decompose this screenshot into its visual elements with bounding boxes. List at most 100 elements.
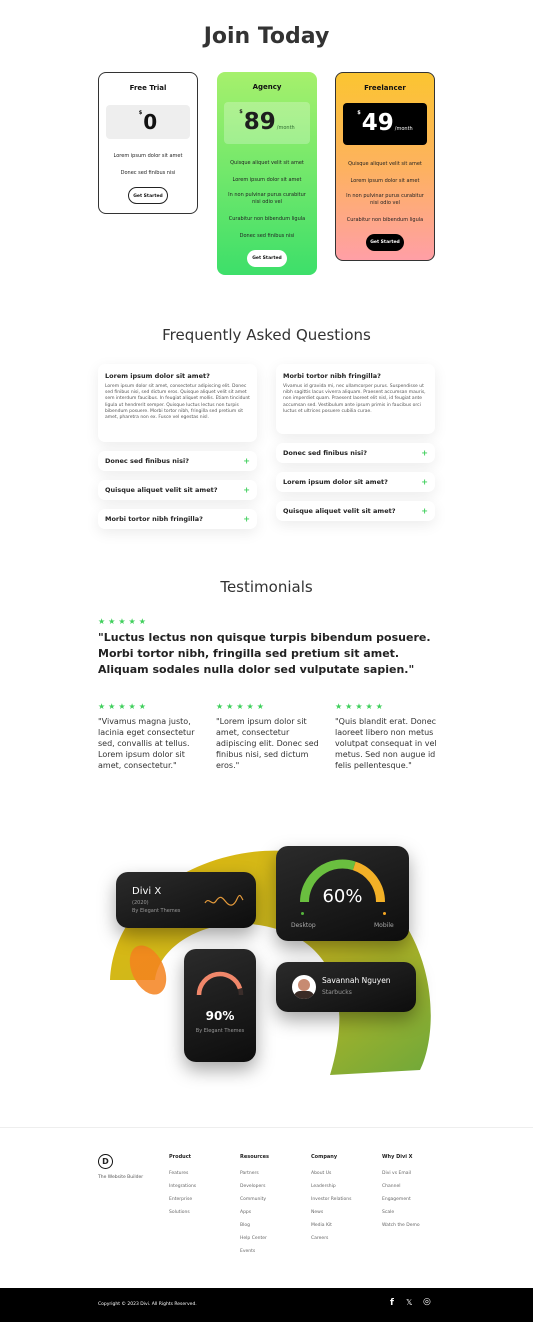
user-card: Savannah Nguyen Starbucks	[276, 962, 416, 1012]
plus-icon: +	[243, 514, 250, 524]
footer-link[interactable]: Careers	[311, 1236, 328, 1241]
plus-icon: +	[243, 485, 250, 495]
faq-item-open[interactable]: Morbi tortor nibh fringilla? Vivamus id …	[276, 364, 435, 434]
plan-name: Free Trial	[129, 84, 167, 92]
plan-feature: Quisque aliquet velit sit amet	[230, 160, 304, 166]
plan-name: Freelancer	[364, 84, 406, 92]
faq-question: Morbi tortor nibh fringilla?	[283, 372, 381, 380]
plan-feature: Donec sed finibus nisi	[239, 233, 295, 239]
footer-link[interactable]: Apps	[240, 1210, 251, 1215]
user-name: Savannah Nguyen	[322, 976, 391, 985]
plus-icon: +	[421, 506, 428, 516]
facebook-icon[interactable]: f	[390, 1298, 394, 1308]
twitter-icon[interactable]: 𝕏	[406, 1298, 412, 1307]
plan-price: $0	[138, 110, 158, 134]
plus-icon: +	[243, 456, 250, 466]
price-box: $89/month	[224, 102, 310, 144]
divi-x-year: (2020)	[132, 900, 149, 906]
plan-price: $49/month	[357, 110, 413, 136]
footer-link[interactable]: Watch the Demo	[382, 1223, 420, 1228]
footer-col-title: Company	[311, 1154, 338, 1160]
plan-feature: Curabitur non bibendum ligula	[228, 216, 306, 222]
footer-link[interactable]: Partners	[240, 1171, 259, 1176]
plan-feature: Donec sed finibus nisi	[120, 170, 176, 176]
faq-item[interactable]: Donec sed finibus nisi? +	[276, 443, 435, 463]
ring-value: 90%	[205, 1009, 235, 1023]
plan-feature: In non pulvinar purus curabitur nisi odi…	[346, 193, 424, 206]
ring-author: By Elegant Themes	[195, 1028, 245, 1034]
faq-answer: Lorem ipsum dolor sit amet, consectetur …	[105, 384, 250, 421]
divi-logo-icon[interactable]: D	[98, 1154, 113, 1169]
divi-x-title: Divi X	[132, 886, 162, 897]
avatar	[292, 975, 316, 999]
footer-link[interactable]: Media Kit	[311, 1223, 332, 1228]
star-rating: ★★★★★	[98, 617, 149, 626]
gauge-value: 60%	[322, 886, 363, 907]
faq-question: Quisque aliquet velit sit amet?	[105, 486, 218, 494]
gauge-label-mobile: Mobile	[374, 922, 394, 929]
ring-progress-arc	[196, 971, 243, 996]
footer-link[interactable]: Events	[240, 1249, 255, 1254]
footer-link[interactable]: Engagement	[382, 1197, 411, 1202]
footer-col-title: Why Divi X	[382, 1154, 413, 1160]
plan-card-agency: Agency $89/month Quisque aliquet velit s…	[217, 72, 317, 275]
plus-icon: +	[421, 448, 428, 458]
ring-progress-card: 90% By Elegant Themes	[184, 949, 256, 1062]
footer-link[interactable]: Developers	[240, 1184, 266, 1189]
footer-link[interactable]: Enterprise	[169, 1197, 192, 1202]
faq-item[interactable]: Morbi tortor nibh fringilla? +	[98, 509, 257, 529]
footer-col-title: Product	[169, 1154, 192, 1160]
footer-link[interactable]: News	[311, 1210, 323, 1215]
get-started-button[interactable]: Get Started	[247, 250, 287, 267]
plan-feature: Quisque aliquet velit sit amet	[348, 161, 422, 167]
get-started-button[interactable]: Get Started	[366, 234, 404, 251]
plus-icon: +	[421, 477, 428, 487]
footer-divider	[0, 1127, 533, 1128]
instagram-icon[interactable]: ◎	[423, 1297, 431, 1307]
footer-link[interactable]: Integrations	[169, 1184, 196, 1189]
faq-question: Donec sed finibus nisi?	[105, 457, 190, 465]
footer-link[interactable]: Community	[240, 1197, 266, 1202]
footer-link[interactable]: Investor Relations	[311, 1197, 351, 1202]
footer-link[interactable]: Features	[169, 1171, 188, 1176]
price-box: $0	[106, 105, 190, 139]
plan-card-freelancer: Freelancer $49/month Quisque aliquet vel…	[335, 72, 435, 261]
testimonial-quote: "Lorem ipsum dolor sit amet, consectetur…	[216, 717, 319, 770]
faq-question: Lorem ipsum dolor sit amet?	[283, 478, 388, 486]
divi-x-card: Divi X (2020) By Elegant Themes	[116, 872, 256, 928]
gauge-label-desktop: Desktop	[291, 922, 316, 929]
footer-link[interactable]: Leadership	[311, 1184, 336, 1189]
star-rating: ★★★★★	[335, 702, 386, 711]
desktop-dot-icon	[301, 912, 304, 915]
plan-feature: Lorem ipsum dolor sit amet	[232, 177, 302, 183]
performance-gauge-card: 60% Desktop Mobile	[276, 846, 409, 941]
get-started-button[interactable]: Get Started	[128, 187, 168, 204]
price-box: $49/month	[343, 103, 427, 145]
footer-link[interactable]: Scale	[382, 1210, 394, 1215]
footer-link[interactable]: Channel	[382, 1184, 400, 1189]
faq-item-open[interactable]: Lorem ipsum dolor sit amet? Lorem ipsum …	[98, 364, 257, 442]
footer-link[interactable]: Blog	[240, 1223, 250, 1228]
pricing-heading: Join Today	[203, 24, 330, 49]
faq-answer: Vivamus id gravida mi, nec ullamcorper p…	[283, 384, 426, 414]
star-rating: ★★★★★	[98, 702, 149, 711]
bottom-bar: Copyright © 2023 Divi. All Rights Reserv…	[0, 1288, 533, 1322]
plan-card-free-trial: Free Trial $0 Lorem ipsum dolor sit amet…	[98, 72, 198, 214]
footer-link[interactable]: Solutions	[169, 1210, 190, 1215]
footer-link[interactable]: Help Center	[240, 1236, 267, 1241]
plan-price: $89/month	[239, 109, 295, 135]
testimonial-quote: "Vivamus magna justo, lacinia eget conse…	[98, 717, 195, 770]
faq-item[interactable]: Donec sed finibus nisi? +	[98, 451, 257, 471]
user-company: Starbucks	[322, 989, 352, 996]
plan-name: Agency	[252, 83, 282, 91]
faq-item[interactable]: Quisque aliquet velit sit amet? +	[98, 480, 257, 500]
plan-feature: Lorem ipsum dolor sit amet	[350, 178, 420, 184]
faq-item[interactable]: Lorem ipsum dolor sit amet? +	[276, 472, 435, 492]
faq-question: Quisque aliquet velit sit amet?	[283, 507, 396, 515]
squiggle-graphic	[204, 894, 244, 906]
featured-quote: "Luctus lectus non quisque turpis bibend…	[98, 631, 431, 676]
faq-item[interactable]: Quisque aliquet velit sit amet? +	[276, 501, 435, 521]
footer-link[interactable]: About Us	[311, 1171, 331, 1176]
footer-link[interactable]: Divi vs Email	[382, 1171, 411, 1176]
star-rating: ★★★★★	[216, 702, 267, 711]
